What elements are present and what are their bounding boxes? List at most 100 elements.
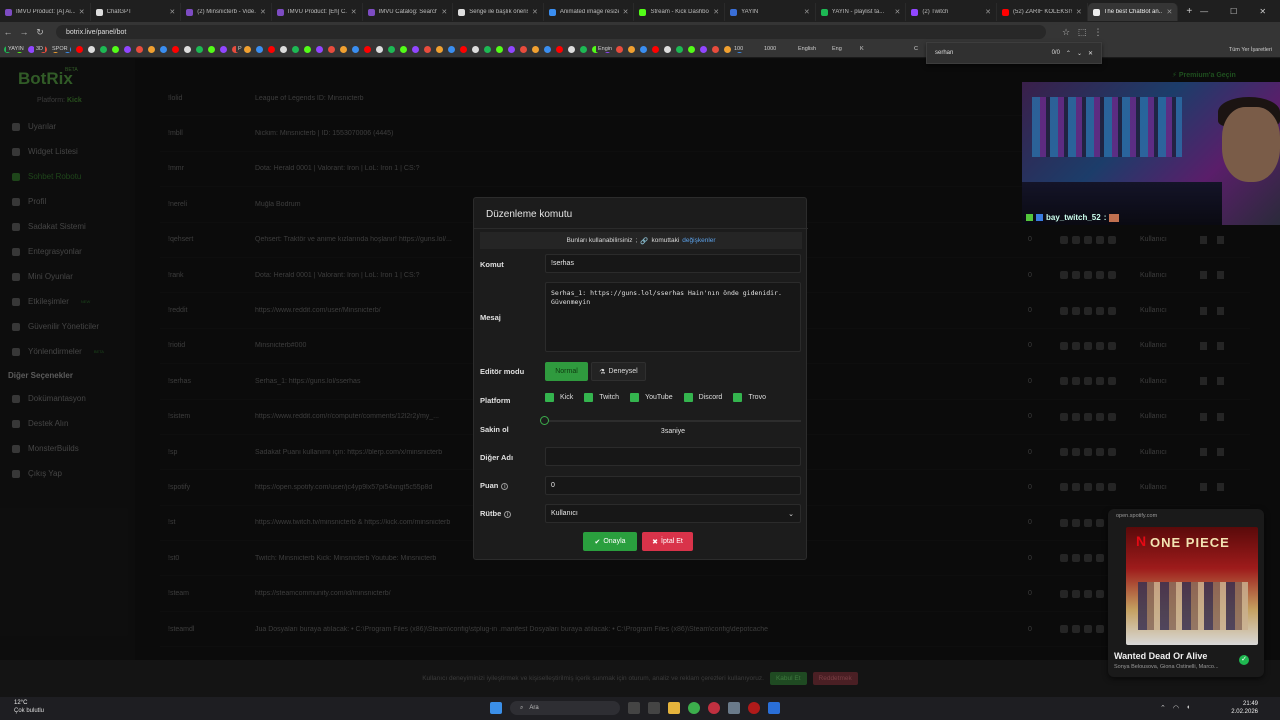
browser-tab[interactable]: YAYIN - playlist ta... ✕: [816, 3, 907, 21]
browser-tab[interactable]: IMVU Product: [A] Ai... ✕: [0, 3, 91, 21]
bookmark-item[interactable]: K: [858, 46, 866, 52]
bookmark-item[interactable]: YAYIN: [6, 46, 26, 52]
bookmark-item[interactable]: [340, 46, 347, 53]
platform-checkbox[interactable]: Twitch: [584, 393, 619, 402]
mode-normal-button[interactable]: Normal: [545, 362, 588, 381]
variables-link[interactable]: değişkenler: [682, 237, 715, 244]
bookmark-item[interactable]: [100, 46, 107, 53]
bookmark-item[interactable]: [724, 46, 731, 53]
alias-input[interactable]: [545, 447, 801, 466]
bookmark-item[interactable]: 3D: [34, 46, 46, 52]
bookmark-item[interactable]: 100: [732, 46, 746, 52]
task-view-icon[interactable]: [628, 702, 640, 714]
extensions-icon[interactable]: ⬚: [1074, 27, 1090, 38]
bookmark-item[interactable]: [88, 46, 95, 53]
bookmark-item[interactable]: [256, 46, 263, 53]
bookmark-item[interactable]: [124, 46, 131, 53]
tab-close-icon[interactable]: ✕: [1076, 8, 1082, 16]
tab-close-icon[interactable]: ✕: [169, 8, 175, 16]
bookmark-item[interactable]: [304, 46, 311, 53]
find-input[interactable]: serhan: [935, 50, 1046, 56]
bookmark-item[interactable]: Eng: [830, 46, 844, 52]
chevron-up-icon[interactable]: ⌃: [1160, 704, 1166, 712]
forward-icon[interactable]: →: [16, 27, 32, 37]
reload-icon[interactable]: ↻: [32, 27, 48, 38]
platform-checkbox[interactable]: YouTube: [630, 393, 673, 402]
rank-select[interactable]: Kullanıcı ⌄: [545, 504, 801, 523]
browser-tab[interactable]: Animated image resize... ✕: [544, 3, 635, 21]
browser-tab[interactable]: Stream - Kick Dashbo... ✕: [634, 3, 726, 21]
browser-tab[interactable]: (2) Twitch ✕: [906, 3, 998, 21]
bookmark-item[interactable]: [580, 46, 587, 53]
bookmark-item[interactable]: [280, 46, 287, 53]
browser-tab[interactable]: YAYIN ✕: [725, 3, 816, 21]
cooldown-slider-handle[interactable]: [540, 416, 549, 425]
message-textarea[interactable]: Serhas_1: https://guns.lol/sserhas Hain'…: [545, 282, 801, 352]
find-close-icon[interactable]: ✕: [1088, 50, 1093, 57]
bookmark-item[interactable]: [484, 46, 491, 53]
browser-tab[interactable]: The best ChatBot an... ✕: [1087, 3, 1179, 21]
tab-close-icon[interactable]: ✕: [713, 8, 719, 16]
confirm-button[interactable]: ✔ Onayla: [583, 532, 637, 551]
checkbox-checked-icon[interactable]: [683, 393, 693, 402]
app-icon[interactable]: [708, 702, 720, 714]
bookmark-item[interactable]: [76, 46, 83, 53]
find-next-icon[interactable]: ⌄: [1077, 50, 1082, 57]
bookmark-item[interactable]: [400, 46, 407, 53]
bookmark-item[interactable]: [712, 46, 719, 53]
bookmark-item[interactable]: English: [796, 46, 819, 52]
bookmark-item[interactable]: P: [236, 46, 244, 52]
bookmark-item[interactable]: [460, 46, 467, 53]
tab-close-icon[interactable]: ✕: [260, 8, 266, 16]
tab-close-icon[interactable]: ✕: [79, 8, 85, 16]
bookmark-item[interactable]: C: [912, 46, 920, 52]
bookmark-item[interactable]: [628, 46, 635, 53]
bookmark-item[interactable]: [448, 46, 455, 53]
bookmark-item[interactable]: [424, 46, 431, 53]
menu-icon[interactable]: ⋮: [1090, 27, 1106, 38]
bookmark-item[interactable]: [508, 46, 515, 53]
bookmark-item[interactable]: [244, 46, 251, 53]
bookmark-item[interactable]: [376, 46, 383, 53]
bookmark-item[interactable]: [172, 46, 179, 53]
chrome-icon[interactable]: [688, 702, 700, 714]
bookmark-item[interactable]: [652, 46, 659, 53]
checkbox-checked-icon[interactable]: [584, 393, 594, 402]
bookmark-item[interactable]: [208, 46, 215, 53]
tab-close-icon[interactable]: ✕: [985, 8, 991, 16]
bookmark-item[interactable]: [160, 46, 167, 53]
bookmark-item[interactable]: [688, 46, 695, 53]
tab-close-icon[interactable]: ✕: [804, 8, 810, 16]
platform-checkbox[interactable]: Trovo: [733, 393, 766, 402]
browser-tab[interactable]: (2) Minsnicterb - Vide... ✕: [181, 3, 272, 21]
tab-close-icon[interactable]: ✕: [623, 8, 629, 16]
bookmark-item[interactable]: [616, 46, 623, 53]
checkbox-checked-icon[interactable]: [733, 393, 743, 402]
cookie-accept-button[interactable]: Kabul Et: [769, 672, 807, 685]
browser-tab[interactable]: IMVU Product: [Eh] C... ✕: [272, 3, 363, 21]
bookmark-item[interactable]: [364, 46, 371, 53]
command-input[interactable]: !serhas: [545, 254, 801, 273]
bookmark-item[interactable]: [568, 46, 575, 53]
find-prev-icon[interactable]: ⌃: [1066, 50, 1071, 57]
all-bookmarks[interactable]: Tüm Yer İşaretleri: [1229, 47, 1280, 53]
tab-close-icon[interactable]: ✕: [532, 8, 538, 16]
tab-close-icon[interactable]: ✕: [351, 8, 357, 16]
points-input[interactable]: 0: [545, 476, 801, 495]
bookmark-item[interactable]: [136, 46, 143, 53]
weather-widget[interactable]: 12°C Çok bulutlu: [14, 699, 44, 715]
bookmark-item[interactable]: Engin: [596, 46, 615, 52]
bookmark-item[interactable]: [184, 46, 191, 53]
bookmark-item[interactable]: [496, 46, 503, 53]
minimize-icon[interactable]: —: [1200, 7, 1208, 16]
cookie-reject-button[interactable]: Reddetmek: [812, 672, 858, 685]
bookmark-item[interactable]: [352, 46, 359, 53]
start-icon[interactable]: [490, 702, 502, 714]
clock[interactable]: 21:49 2.02.2026: [1220, 700, 1258, 716]
bookmark-item[interactable]: [436, 46, 443, 53]
browser-tab[interactable]: IMVU Catalog: Search... ✕: [363, 3, 454, 21]
bookmark-item[interactable]: [196, 46, 203, 53]
gear-icon[interactable]: [728, 702, 740, 714]
tab-close-icon[interactable]: ✕: [895, 8, 901, 16]
settings-icon[interactable]: [648, 702, 660, 714]
